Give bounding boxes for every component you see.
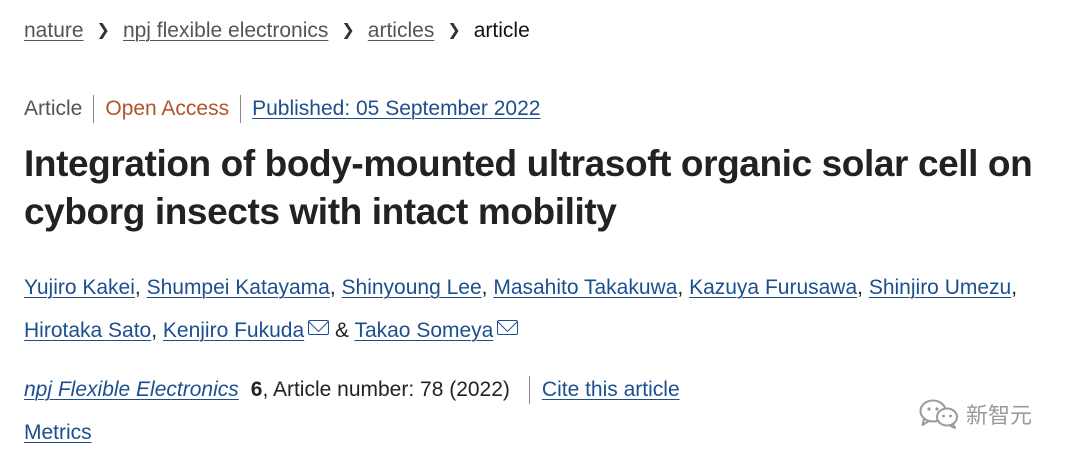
cite-article-link[interactable]: Cite this article <box>542 378 680 402</box>
email-icon[interactable] <box>497 320 519 335</box>
wechat-icon <box>919 399 958 429</box>
metrics-link[interactable]: Metrics <box>24 421 92 445</box>
journal-volume: 6 <box>250 378 263 401</box>
author-link[interactable]: Hirotaka Sato <box>24 319 151 342</box>
article-meta: Article Open Access Published: 05 Septem… <box>24 94 540 124</box>
article-number: , Article number: 78 (2022) <box>262 378 510 401</box>
author-link[interactable]: Kazuya Furusawa <box>689 276 857 299</box>
author-link[interactable]: Masahito Takakuwa <box>493 276 677 299</box>
author-link[interactable]: Shinyoung Lee <box>342 276 482 299</box>
email-icon[interactable] <box>308 320 330 335</box>
breadcrumb-current: article <box>473 19 530 42</box>
chevron-right-icon: ❯ <box>341 22 355 39</box>
breadcrumb-link-articles[interactable]: articles <box>368 19 435 43</box>
author-link[interactable]: Takao Someya <box>354 319 493 342</box>
watermark-text: 新智元 <box>966 404 1033 429</box>
author-link[interactable]: Shumpei Katayama <box>147 276 330 299</box>
article-type: Article <box>24 97 83 120</box>
breadcrumb: nature ❯ npj flexible electronics ❯ arti… <box>24 17 530 45</box>
breadcrumb-link-journal[interactable]: npj flexible electronics <box>123 19 328 43</box>
published-date-link[interactable]: Published: 05 September 2022 <box>252 97 540 121</box>
chevron-right-icon: ❯ <box>96 22 110 39</box>
author-link[interactable]: Kenjiro Fukuda <box>163 319 304 342</box>
breadcrumb-link-nature[interactable]: nature <box>24 19 84 43</box>
divider <box>528 376 530 404</box>
journal-name-link[interactable]: npj Flexible Electronics <box>24 378 239 402</box>
author-list: Yujiro Kakei, Shumpei Katayama, Shinyoun… <box>24 276 1018 342</box>
journal-info: npj Flexible Electronics 6 , Article num… <box>24 374 680 406</box>
author-link[interactable]: Shinjiro Umezu <box>869 276 1011 299</box>
divider <box>240 95 242 123</box>
article-title: Integration of body-mounted ultrasoft or… <box>24 143 1033 232</box>
author-link[interactable]: Yujiro Kakei <box>24 276 135 299</box>
divider <box>93 95 95 123</box>
open-access-label: Open Access <box>105 97 230 120</box>
watermark: 新智元 <box>918 398 1032 430</box>
chevron-right-icon: ❯ <box>447 22 461 39</box>
